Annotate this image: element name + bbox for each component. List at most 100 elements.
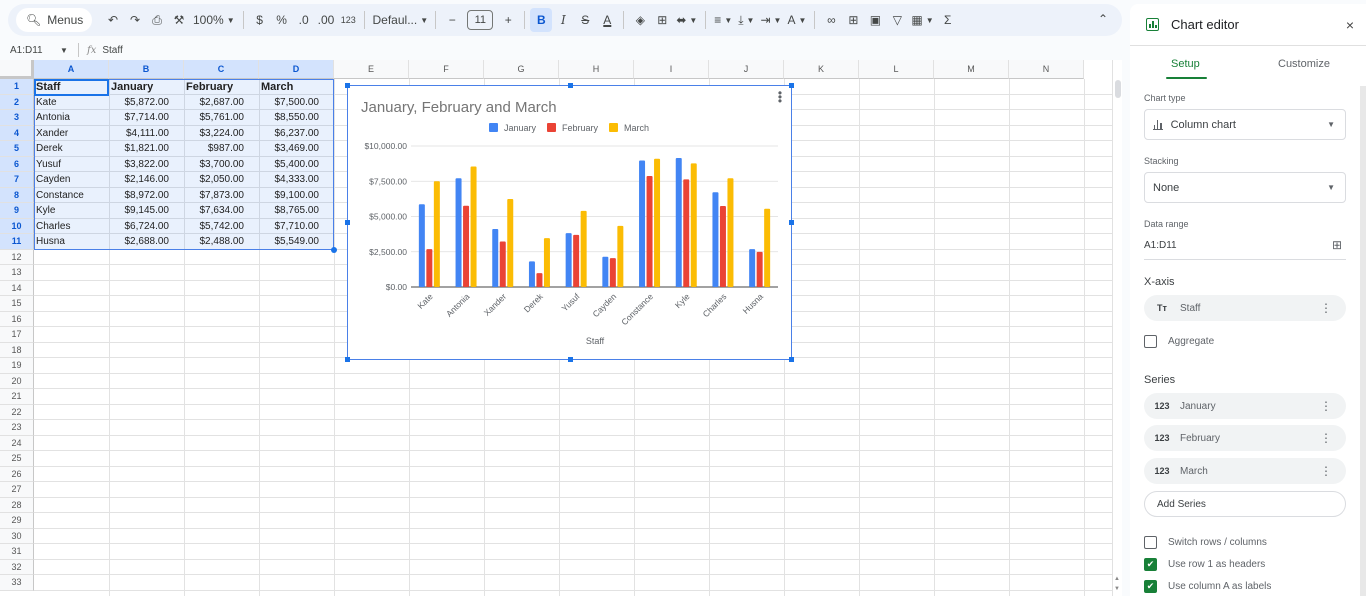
font-size-input[interactable]: 11 [467,10,494,30]
header-cell[interactable]: Staff [36,80,60,95]
italic-button[interactable]: I [552,8,574,32]
amount-cell[interactable]: $7,634.00 [184,203,245,218]
functions-button[interactable]: Σ [937,8,959,32]
row-header[interactable]: 4 [0,125,34,141]
amount-cell[interactable]: $2,687.00 [184,95,245,110]
header-cell[interactable]: February [186,80,233,95]
stacking-select[interactable]: None ▼ [1144,172,1346,203]
menu-search[interactable]: 🔍︎ Menus [16,8,92,32]
column-header[interactable]: M [934,60,1009,79]
row-header[interactable]: 7 [0,172,34,188]
row-header[interactable]: 2 [0,94,34,110]
tab-setup[interactable]: Setup [1171,58,1200,70]
row-header[interactable]: 24 [0,435,34,451]
amount-cell[interactable]: $987.00 [184,141,244,156]
column-header[interactable]: B [109,60,184,79]
column-header[interactable]: C [184,60,259,79]
fill-color-icon[interactable]: ◈ [629,8,651,32]
staff-cell[interactable]: Yusuf [36,157,61,172]
row-header[interactable]: 28 [0,497,34,513]
row-header[interactable]: 19 [0,358,34,374]
column-header[interactable]: A [34,60,109,79]
borders-icon[interactable]: ⊞ [651,8,673,32]
column-header[interactable]: D [259,60,334,79]
close-icon[interactable]: × [1346,17,1354,33]
select-all-corner[interactable] [0,60,34,79]
staff-cell[interactable]: Xander [36,126,68,141]
row-header[interactable]: 25 [0,451,34,467]
font-select[interactable]: Defaul... ▼ [370,8,430,32]
staff-cell[interactable]: Derek [36,141,63,156]
amount-cell[interactable]: $7,500.00 [259,95,320,110]
scroll-up-icon[interactable]: ▲ [1114,576,1120,582]
aggregate-checkbox-row[interactable]: Aggregate [1144,335,1214,348]
currency-format-button[interactable]: $ [249,8,271,32]
switch-rows-columns-row[interactable]: Switch rows / columns [1144,536,1267,549]
aggregate-checkbox[interactable] [1144,335,1157,348]
more-options-icon[interactable]: ⋮ [1320,464,1332,478]
amount-cell[interactable]: $2,146.00 [109,172,170,187]
column-header[interactable]: H [559,60,634,79]
resize-handle[interactable] [789,220,794,225]
add-series-button[interactable]: Add Series [1144,491,1346,517]
amount-cell[interactable]: $5,742.00 [184,219,245,234]
row-header[interactable]: 30 [0,528,34,544]
row-header[interactable]: 9 [0,203,34,219]
column-header[interactable]: G [484,60,559,79]
row-header[interactable]: 13 [0,265,34,281]
text-rotation-icon[interactable]: A ▼ [784,8,809,32]
resize-handle[interactable] [789,83,794,88]
amount-cell[interactable]: $2,688.00 [109,234,170,249]
increase-font-size-button[interactable]: + [497,8,519,32]
amount-cell[interactable]: $2,488.00 [184,234,245,249]
text-wrap-icon[interactable]: ⇥ ▼ [757,8,784,32]
amount-cell[interactable]: $8,765.00 [259,203,320,218]
increase-decimal-button[interactable]: .00 [315,8,338,32]
row-header[interactable]: 6 [0,156,34,172]
row-header[interactable]: 3 [0,110,34,126]
row-header[interactable]: 10 [0,218,34,234]
undo-icon[interactable]: ↶ [102,8,124,32]
amount-cell[interactable]: $9,145.00 [109,203,170,218]
column-header[interactable]: L [859,60,934,79]
use-colA-labels-row[interactable]: ✔ Use column A as labels [1144,580,1271,593]
insert-link-icon[interactable]: ∞ [820,8,842,32]
select-range-icon[interactable]: ⊞ [1332,238,1342,252]
data-range-input[interactable]: A1:D11 ⊞ [1144,238,1346,260]
row-header[interactable]: 18 [0,342,34,358]
amount-cell[interactable]: $3,700.00 [184,157,245,172]
column-header[interactable]: I [634,60,709,79]
embedded-chart[interactable]: • • • January, February and March January Fe… [345,83,794,362]
header-cell[interactable]: January [111,80,153,95]
chart-type-select[interactable]: Column chart ▼ [1144,109,1346,140]
amount-cell[interactable]: $8,972.00 [109,188,170,203]
redo-icon[interactable]: ↷ [124,8,146,32]
more-formats-button[interactable]: 123 [337,8,359,32]
row-header[interactable]: 33 [0,575,34,591]
amount-cell[interactable]: $6,724.00 [109,219,170,234]
vertical-scrollbar[interactable]: ▲ ▼ [1112,60,1122,596]
merge-cells-icon[interactable]: ⬌ ▼ [673,8,700,32]
resize-handle[interactable] [345,357,350,362]
insert-comment-icon[interactable]: ⊞ [842,8,864,32]
more-options-icon[interactable]: ⋮ [1320,399,1332,413]
row-header[interactable]: 16 [0,311,34,327]
column-header[interactable]: F [409,60,484,79]
amount-cell[interactable]: $2,050.00 [184,172,245,187]
more-options-icon[interactable]: ⋮ [1320,301,1332,315]
scroll-down-icon[interactable]: ▼ [1114,586,1120,592]
amount-cell[interactable]: $5,400.00 [259,157,320,172]
row-header[interactable]: 12 [0,249,34,265]
row-header[interactable]: 5 [0,141,34,157]
strikethrough-icon[interactable]: S [574,8,596,32]
staff-cell[interactable]: Constance [36,188,84,203]
zoom-select[interactable]: 100% ▼ [190,8,238,32]
staff-cell[interactable]: Cayden [36,172,70,187]
column-header[interactable]: K [784,60,859,79]
staff-cell[interactable]: Charles [36,219,70,234]
staff-cell[interactable]: Kate [36,95,57,110]
resize-handle[interactable] [568,357,573,362]
row-header[interactable]: 31 [0,544,34,560]
print-icon[interactable]: ⎙ [146,8,168,32]
filter-views-icon[interactable]: ▦ ▼ [908,8,936,32]
